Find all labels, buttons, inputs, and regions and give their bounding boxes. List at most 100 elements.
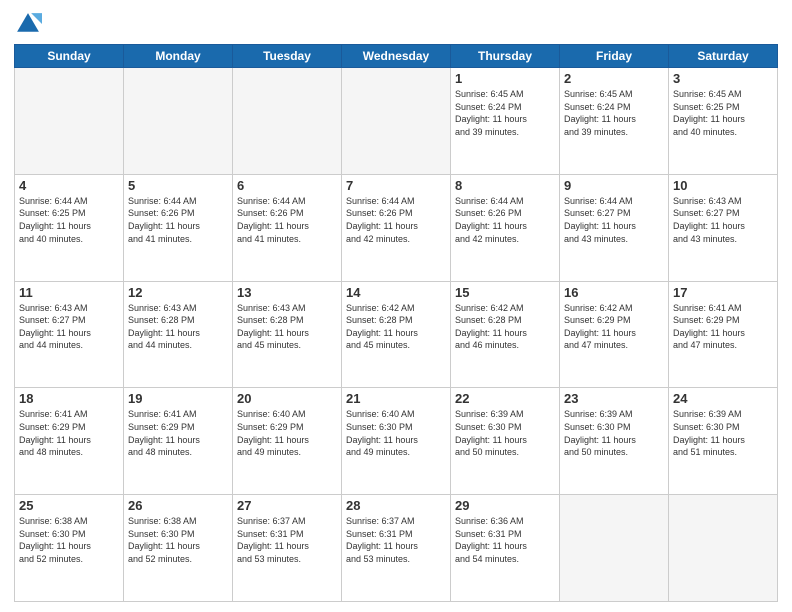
day-info: Sunrise: 6:38 AM Sunset: 6:30 PM Dayligh… <box>19 515 119 565</box>
day-info: Sunrise: 6:45 AM Sunset: 6:24 PM Dayligh… <box>564 88 664 138</box>
day-number: 4 <box>19 178 119 193</box>
day-number: 19 <box>128 391 228 406</box>
day-of-week-header: Sunday <box>15 45 124 68</box>
day-info: Sunrise: 6:43 AM Sunset: 6:27 PM Dayligh… <box>673 195 773 245</box>
page: SundayMondayTuesdayWednesdayThursdayFrid… <box>0 0 792 612</box>
day-info: Sunrise: 6:40 AM Sunset: 6:29 PM Dayligh… <box>237 408 337 458</box>
day-number: 16 <box>564 285 664 300</box>
calendar-cell: 2 Sunrise: 6:45 AM Sunset: 6:24 PM Daylig… <box>560 68 669 175</box>
day-number: 6 <box>237 178 337 193</box>
day-number: 20 <box>237 391 337 406</box>
day-number: 10 <box>673 178 773 193</box>
calendar-cell: 15 Sunrise: 6:42 AM Sunset: 6:28 PM Dayli… <box>451 281 560 388</box>
calendar-cell: 7Sunrise: 6:44 AM Sunset: 6:26 PM Daylig… <box>342 174 451 281</box>
day-number: 3 <box>673 71 773 86</box>
day-info: Sunrise: 6:42 AM Sunset: 6:28 PM Dayligh… <box>455 302 555 352</box>
day-info: Sunrise: 6:36 AM Sunset: 6:31 PM Dayligh… <box>455 515 555 565</box>
day-number: 15 <box>455 285 555 300</box>
calendar-cell: 9Sunrise: 6:44 AM Sunset: 6:27 PM Daylig… <box>560 174 669 281</box>
day-info: Sunrise: 6:43 AM Sunset: 6:28 PM Dayligh… <box>237 302 337 352</box>
calendar-cell: 21Sunrise: 6:40 AM Sunset: 6:30 PM Dayli… <box>342 388 451 495</box>
day-info: Sunrise: 6:45 AM Sunset: 6:25 PM Dayligh… <box>673 88 773 138</box>
day-info: Sunrise: 6:42 AM Sunset: 6:29 PM Dayligh… <box>564 302 664 352</box>
calendar-cell: 27 Sunrise: 6:37 AM Sunset: 6:31 PM Dayli… <box>233 495 342 602</box>
day-info: Sunrise: 6:41 AM Sunset: 6:29 PM Dayligh… <box>19 408 119 458</box>
day-info: Sunrise: 6:41 AM Sunset: 6:29 PM Dayligh… <box>128 408 228 458</box>
header <box>14 10 778 38</box>
calendar-week-row: 25 Sunrise: 6:38 AM Sunset: 6:30 PM Dayli… <box>15 495 778 602</box>
day-info: Sunrise: 6:43 AM Sunset: 6:27 PM Dayligh… <box>19 302 119 352</box>
calendar-cell: 23 Sunrise: 6:39 AM Sunset: 6:30 PM Dayli… <box>560 388 669 495</box>
header-row: SundayMondayTuesdayWednesdayThursdayFrid… <box>15 45 778 68</box>
calendar-cell: 13 Sunrise: 6:43 AM Sunset: 6:28 PM Dayli… <box>233 281 342 388</box>
day-info: Sunrise: 6:39 AM Sunset: 6:30 PM Dayligh… <box>564 408 664 458</box>
day-info: Sunrise: 6:39 AM Sunset: 6:30 PM Dayligh… <box>455 408 555 458</box>
day-number: 23 <box>564 391 664 406</box>
day-info: Sunrise: 6:39 AM Sunset: 6:30 PM Dayligh… <box>673 408 773 458</box>
day-number: 14 <box>346 285 446 300</box>
calendar-cell: 29 Sunrise: 6:36 AM Sunset: 6:31 PM Dayli… <box>451 495 560 602</box>
calendar-cell: 4Sunrise: 6:44 AM Sunset: 6:25 PM Daylig… <box>15 174 124 281</box>
day-number: 8 <box>455 178 555 193</box>
day-number: 27 <box>237 498 337 513</box>
calendar-cell: 10 Sunrise: 6:43 AM Sunset: 6:27 PM Dayli… <box>669 174 778 281</box>
day-of-week-header: Tuesday <box>233 45 342 68</box>
calendar-cell: 17Sunrise: 6:41 AM Sunset: 6:29 PM Dayli… <box>669 281 778 388</box>
calendar-body: 1Sunrise: 6:45 AM Sunset: 6:24 PM Daylig… <box>15 68 778 602</box>
calendar-cell: 8 Sunrise: 6:44 AM Sunset: 6:26 PM Daylig… <box>451 174 560 281</box>
calendar-header: SundayMondayTuesdayWednesdayThursdayFrid… <box>15 45 778 68</box>
calendar-cell <box>15 68 124 175</box>
day-info: Sunrise: 6:44 AM Sunset: 6:26 PM Dayligh… <box>346 195 446 245</box>
day-number: 11 <box>19 285 119 300</box>
day-info: Sunrise: 6:42 AM Sunset: 6:28 PM Dayligh… <box>346 302 446 352</box>
day-number: 2 <box>564 71 664 86</box>
calendar-cell: 6Sunrise: 6:44 AM Sunset: 6:26 PM Daylig… <box>233 174 342 281</box>
day-number: 25 <box>19 498 119 513</box>
day-info: Sunrise: 6:44 AM Sunset: 6:26 PM Dayligh… <box>455 195 555 245</box>
day-info: Sunrise: 6:44 AM Sunset: 6:26 PM Dayligh… <box>128 195 228 245</box>
day-info: Sunrise: 6:41 AM Sunset: 6:29 PM Dayligh… <box>673 302 773 352</box>
calendar-week-row: 4Sunrise: 6:44 AM Sunset: 6:25 PM Daylig… <box>15 174 778 281</box>
calendar-cell: 12 Sunrise: 6:43 AM Sunset: 6:28 PM Dayli… <box>124 281 233 388</box>
calendar-cell <box>560 495 669 602</box>
day-number: 18 <box>19 391 119 406</box>
calendar-cell: 18 Sunrise: 6:41 AM Sunset: 6:29 PM Dayli… <box>15 388 124 495</box>
calendar-week-row: 1Sunrise: 6:45 AM Sunset: 6:24 PM Daylig… <box>15 68 778 175</box>
calendar-cell: 25 Sunrise: 6:38 AM Sunset: 6:30 PM Dayli… <box>15 495 124 602</box>
day-number: 22 <box>455 391 555 406</box>
calendar-cell: 11 Sunrise: 6:43 AM Sunset: 6:27 PM Dayli… <box>15 281 124 388</box>
day-of-week-header: Friday <box>560 45 669 68</box>
day-of-week-header: Monday <box>124 45 233 68</box>
calendar-week-row: 18 Sunrise: 6:41 AM Sunset: 6:29 PM Dayli… <box>15 388 778 495</box>
calendar-cell: 19 Sunrise: 6:41 AM Sunset: 6:29 PM Dayli… <box>124 388 233 495</box>
calendar-cell <box>669 495 778 602</box>
calendar-cell: 5 Sunrise: 6:44 AM Sunset: 6:26 PM Daylig… <box>124 174 233 281</box>
day-of-week-header: Thursday <box>451 45 560 68</box>
calendar-cell: 22 Sunrise: 6:39 AM Sunset: 6:30 PM Dayli… <box>451 388 560 495</box>
calendar-cell: 3 Sunrise: 6:45 AM Sunset: 6:25 PM Daylig… <box>669 68 778 175</box>
day-info: Sunrise: 6:37 AM Sunset: 6:31 PM Dayligh… <box>237 515 337 565</box>
day-info: Sunrise: 6:37 AM Sunset: 6:31 PM Dayligh… <box>346 515 446 565</box>
calendar-table: SundayMondayTuesdayWednesdayThursdayFrid… <box>14 44 778 602</box>
day-info: Sunrise: 6:43 AM Sunset: 6:28 PM Dayligh… <box>128 302 228 352</box>
day-info: Sunrise: 6:38 AM Sunset: 6:30 PM Dayligh… <box>128 515 228 565</box>
calendar-cell: 28Sunrise: 6:37 AM Sunset: 6:31 PM Dayli… <box>342 495 451 602</box>
day-number: 5 <box>128 178 228 193</box>
day-number: 21 <box>346 391 446 406</box>
calendar-cell <box>342 68 451 175</box>
calendar-cell: 26 Sunrise: 6:38 AM Sunset: 6:30 PM Dayli… <box>124 495 233 602</box>
day-info: Sunrise: 6:44 AM Sunset: 6:27 PM Dayligh… <box>564 195 664 245</box>
calendar-cell: 14 Sunrise: 6:42 AM Sunset: 6:28 PM Dayli… <box>342 281 451 388</box>
calendar-cell: 24Sunrise: 6:39 AM Sunset: 6:30 PM Dayli… <box>669 388 778 495</box>
day-of-week-header: Wednesday <box>342 45 451 68</box>
logo-icon <box>14 10 42 38</box>
calendar-cell: 20 Sunrise: 6:40 AM Sunset: 6:29 PM Dayli… <box>233 388 342 495</box>
calendar-cell: 16 Sunrise: 6:42 AM Sunset: 6:29 PM Dayli… <box>560 281 669 388</box>
calendar-cell <box>124 68 233 175</box>
day-number: 29 <box>455 498 555 513</box>
calendar-cell <box>233 68 342 175</box>
day-number: 13 <box>237 285 337 300</box>
day-info: Sunrise: 6:45 AM Sunset: 6:24 PM Dayligh… <box>455 88 555 138</box>
day-number: 26 <box>128 498 228 513</box>
day-number: 12 <box>128 285 228 300</box>
